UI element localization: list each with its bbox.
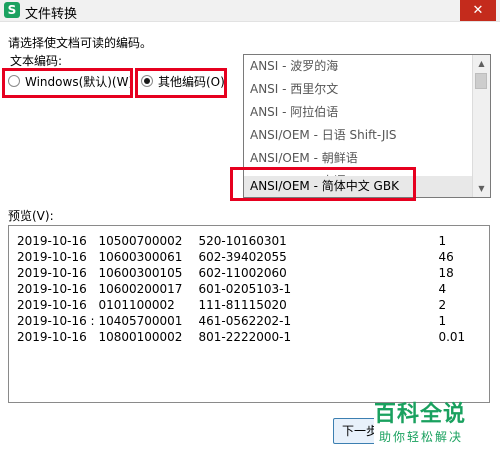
encoding-list-item[interactable]: ANSI/OEM - 朝鲜语 bbox=[244, 148, 472, 169]
preview-part: 602-11002060 bbox=[198, 266, 287, 280]
preview-code: 0101100002 bbox=[98, 298, 175, 312]
instruction-text: 请选择使文档可读的编码。 bbox=[8, 36, 153, 50]
preview-qty: 46 bbox=[438, 250, 454, 264]
preview-date: 2019-10-16 bbox=[17, 250, 87, 264]
preview-part: 520-10160301 bbox=[198, 234, 287, 248]
preview-qty: 18 bbox=[438, 266, 454, 280]
preview-code: 10800100002 bbox=[98, 330, 183, 344]
preview-row: 2019-10-16 10800100002 801-2222000-1 0.01 bbox=[17, 329, 489, 345]
preview-pane: 2019-10-16 10500700002 520-10160301 1 2019… bbox=[8, 225, 490, 403]
scroll-thumb[interactable] bbox=[475, 73, 487, 89]
preview-date: 2019-10-16 : bbox=[17, 314, 95, 328]
preview-part: 461-0562202-1 bbox=[198, 314, 292, 328]
preview-label: 预览(V): bbox=[8, 209, 54, 223]
preview-date: 2019-10-16 bbox=[17, 266, 87, 280]
preview-code: 10500700002 bbox=[98, 234, 183, 248]
preview-code: 10600300061 bbox=[98, 250, 183, 264]
watermark-logo-text: 百科全说 bbox=[374, 402, 467, 427]
highlight-box-other bbox=[135, 68, 227, 98]
preview-qty: 4 bbox=[438, 282, 447, 296]
preview-row: 2019-10-16 : 10405700001 461-0562202-1 1 bbox=[17, 313, 489, 329]
preview-qty: 2 bbox=[438, 298, 447, 312]
app-icon: S bbox=[4, 2, 20, 18]
preview-date: 2019-10-16 bbox=[17, 298, 87, 312]
encoding-label: 文本编码: bbox=[10, 54, 63, 68]
preview-row: 2019-10-16 10500700002 520-10160301 1 bbox=[17, 233, 489, 249]
preview-qty: 1 bbox=[438, 234, 447, 248]
scroll-up-arrow-icon[interactable]: ▲ bbox=[473, 55, 490, 72]
preview-row: 2019-10-16 10600300061 602-39402055 46 bbox=[17, 249, 489, 265]
preview-date: 2019-10-16 bbox=[17, 330, 87, 344]
preview-qty: 0.01 bbox=[438, 330, 466, 344]
encoding-list-item[interactable]: ANSI - 阿拉伯语 bbox=[244, 102, 472, 123]
preview-part: 111-81115020 bbox=[198, 298, 287, 312]
preview-part: 601-0205103-1 bbox=[198, 282, 292, 296]
file-convert-dialog: S 文件转换 ✕ 请选择使文档可读的编码。 文本编码: Windows(默认)(… bbox=[0, 0, 500, 456]
preview-code: 10600300105 bbox=[98, 266, 183, 280]
window-title: 文件转换 bbox=[25, 7, 78, 22]
highlight-box-gbk bbox=[230, 167, 416, 201]
encoding-list-item[interactable]: ANSI - 波罗的海 bbox=[244, 56, 472, 77]
preview-row: 2019-10-16 10600300105 602-11002060 18 bbox=[17, 265, 489, 281]
encoding-list-item[interactable]: ANSI/OEM - 日语 Shift-JIS bbox=[244, 125, 472, 146]
title-bar: S 文件转换 ✕ bbox=[0, 0, 500, 22]
watermark-slogan: 助你轻松解决 bbox=[379, 430, 464, 444]
preview-qty: 1 bbox=[438, 314, 447, 328]
preview-part: 801-2222000-1 bbox=[198, 330, 292, 344]
close-button[interactable]: ✕ bbox=[460, 0, 496, 21]
preview-code: 10405700001 bbox=[98, 314, 183, 328]
highlight-box-windows bbox=[2, 68, 133, 98]
preview-row: 2019-10-16 0101100002 111-81115020 2 bbox=[17, 297, 489, 313]
preview-row: 2019-10-16 10600200017 601-0205103-1 4 bbox=[17, 281, 489, 297]
preview-date: 2019-10-16 bbox=[17, 234, 87, 248]
preview-code: 10600200017 bbox=[98, 282, 183, 296]
preview-part: 602-39402055 bbox=[198, 250, 287, 264]
listbox-scrollbar[interactable]: ▲ ▼ bbox=[472, 55, 490, 197]
preview-date: 2019-10-16 bbox=[17, 282, 87, 296]
encoding-list-item[interactable]: ANSI - 西里尔文 bbox=[244, 79, 472, 100]
scroll-down-arrow-icon[interactable]: ▼ bbox=[473, 180, 490, 197]
